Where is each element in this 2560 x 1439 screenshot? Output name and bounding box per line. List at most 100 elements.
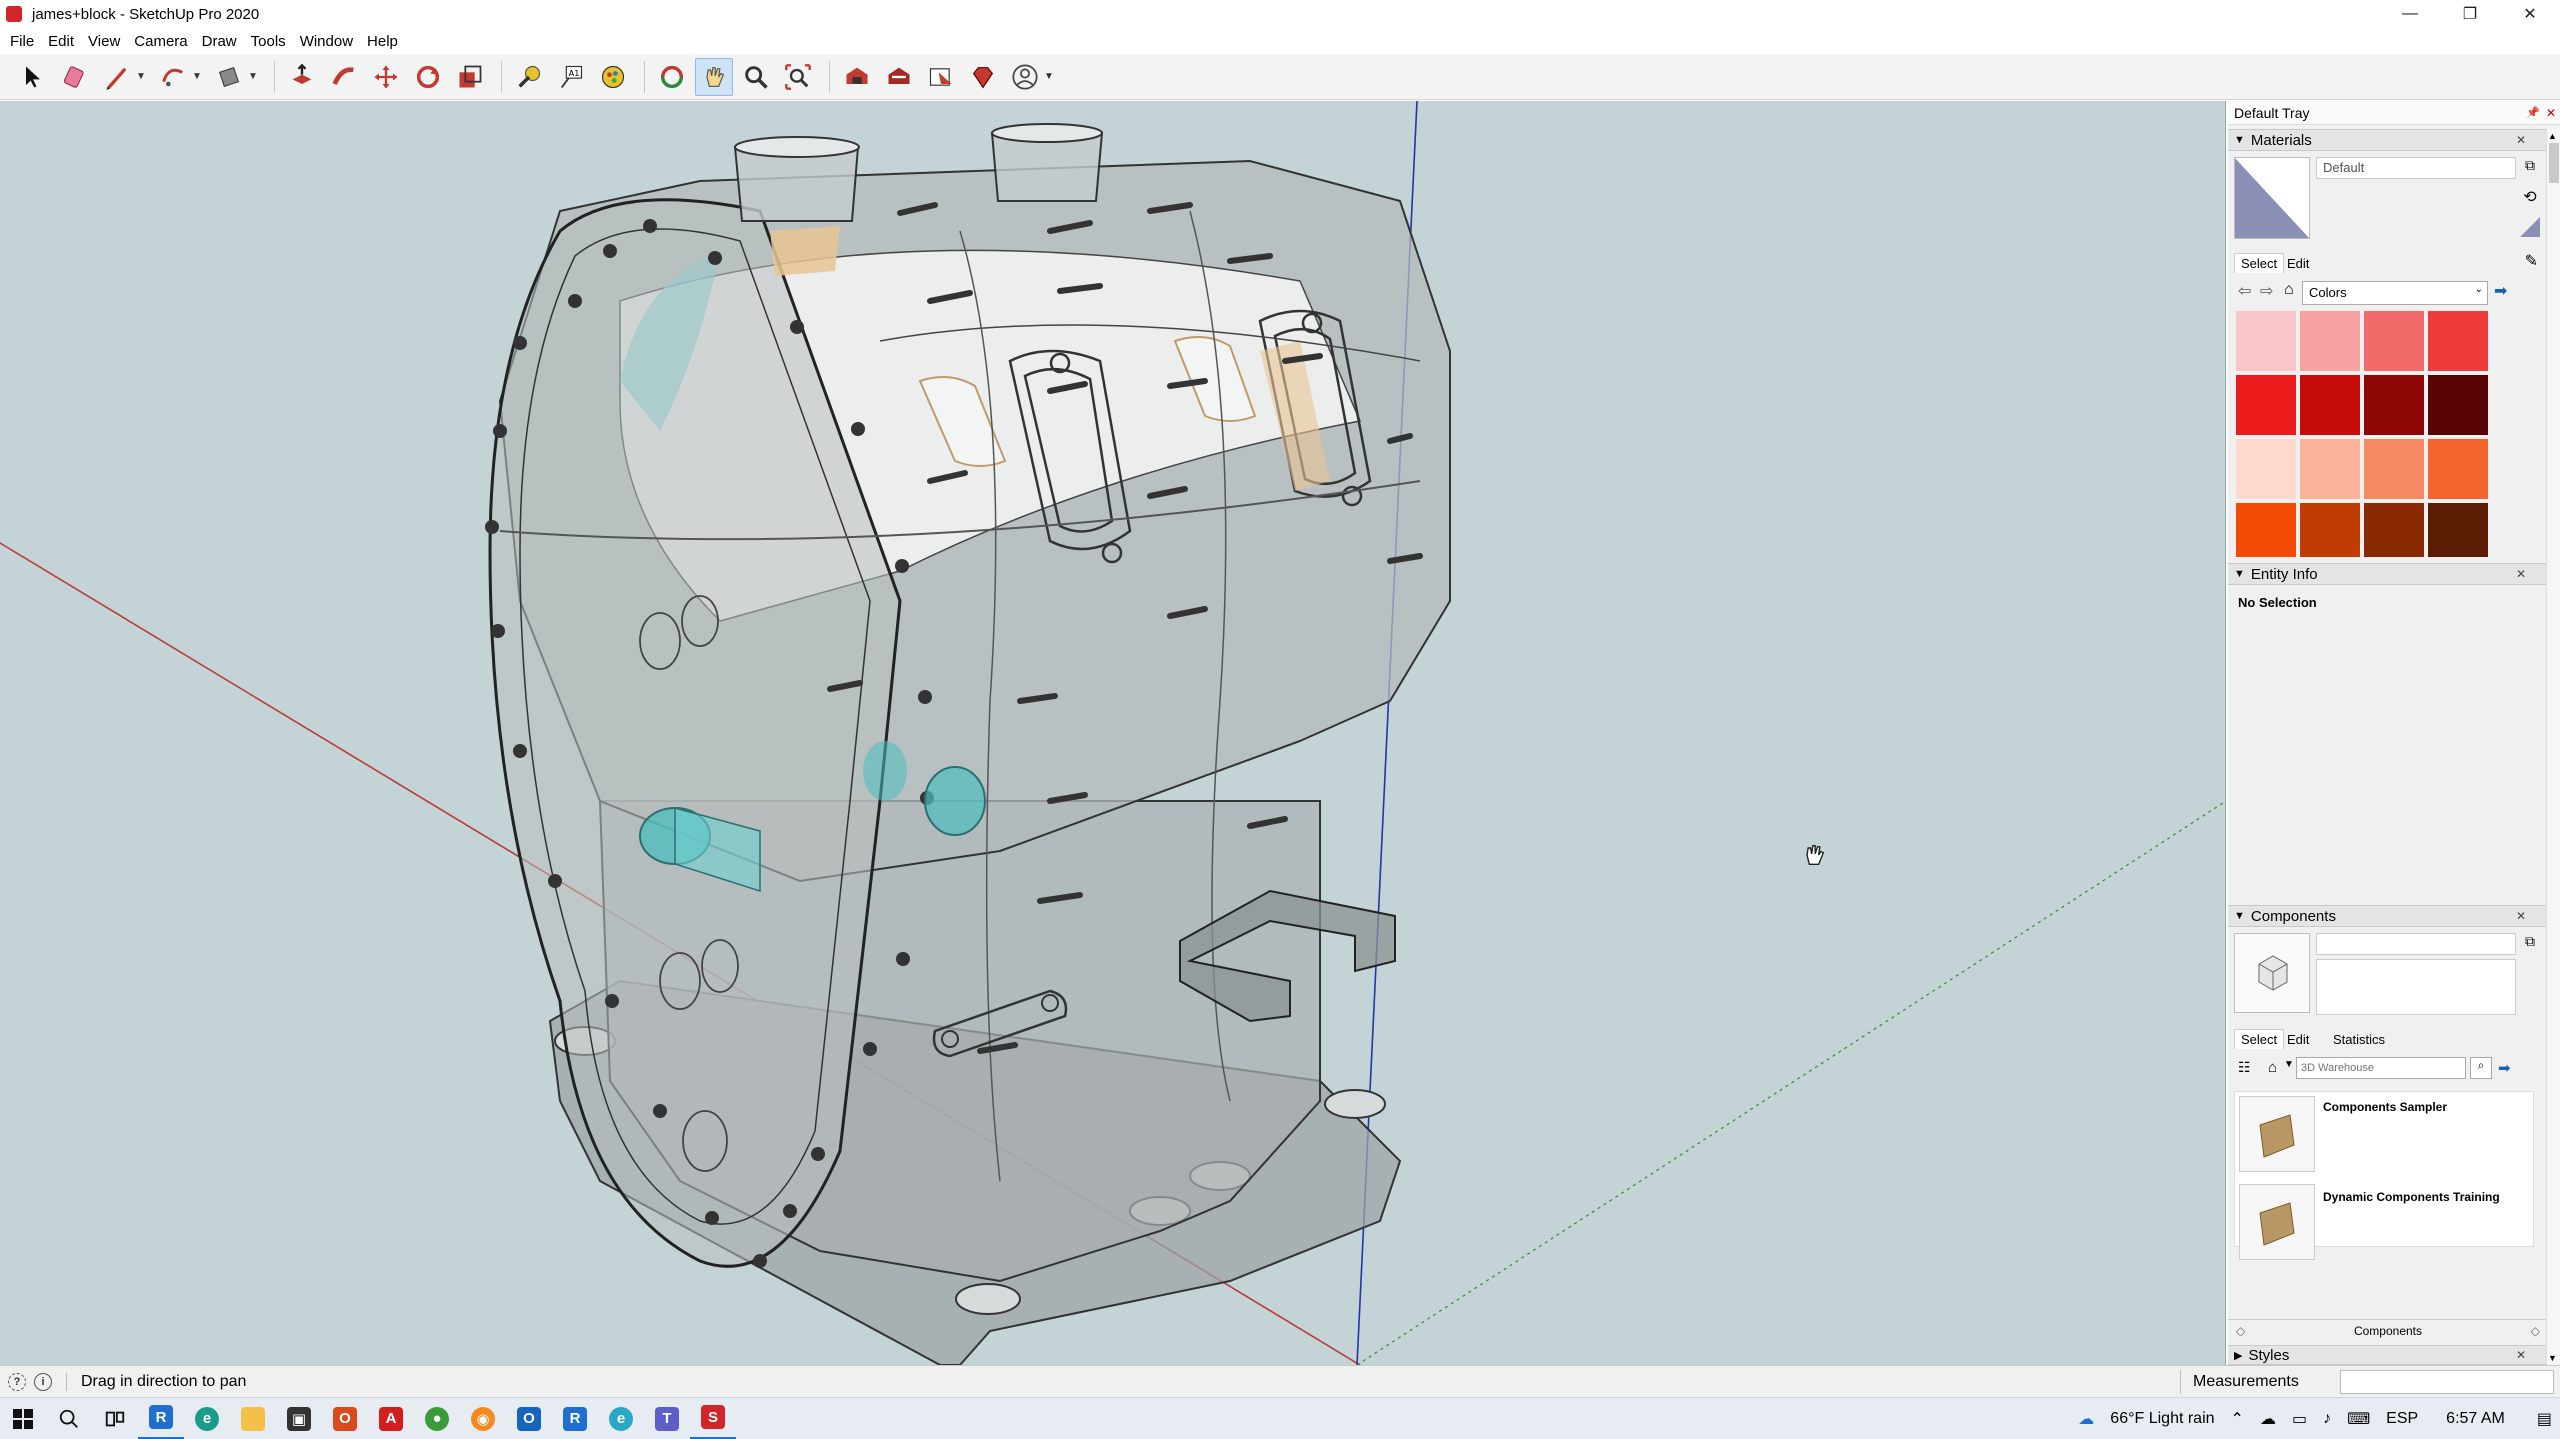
firefox-app-icon[interactable]: ◉ — [460, 1398, 506, 1439]
material-name-field[interactable]: Default — [2316, 157, 2516, 179]
close-button[interactable]: ✕ — [2500, 0, 2560, 28]
follow-me-icon[interactable] — [325, 58, 363, 96]
arc-dropdown-icon[interactable]: ▼ — [192, 71, 204, 82]
components-tab-select[interactable]: Select — [2234, 1029, 2285, 1049]
search-icon[interactable]: ⌕ — [2470, 1057, 2492, 1079]
model-viewport[interactable] — [0, 101, 2226, 1365]
language-indicator[interactable]: ESP — [2386, 1410, 2418, 1428]
sketchup-taskbar-icon[interactable]: S — [690, 1398, 736, 1439]
store-app-icon[interactable]: ▣ — [276, 1398, 322, 1439]
view-options-icon[interactable]: ☷ — [2238, 1059, 2251, 1076]
account-icon[interactable] — [1006, 58, 1044, 96]
materials-tab-select[interactable]: Select — [2234, 253, 2285, 273]
component-item[interactable]: Dynamic Components Training — [2323, 1190, 2500, 1204]
teams-app-icon[interactable]: T — [644, 1398, 690, 1439]
layout-icon[interactable] — [922, 58, 960, 96]
line-dropdown-icon[interactable]: ▼ — [136, 71, 148, 82]
warehouse-search-input[interactable] — [2296, 1057, 2466, 1079]
pin-icon[interactable]: 📌 — [2526, 106, 2540, 119]
materials-tab-edit[interactable]: Edit — [2280, 253, 2316, 274]
menu-window[interactable]: Window — [293, 33, 360, 50]
eyedropper-icon[interactable]: ✎ — [2525, 251, 2538, 271]
pencil-line-icon[interactable] — [98, 58, 136, 96]
materials-panel-header[interactable]: ▼ Materials ✕ — [2228, 129, 2546, 151]
sample-paint-icon[interactable] — [2518, 215, 2542, 239]
color-swatch[interactable] — [2300, 311, 2360, 371]
arc-icon[interactable] — [154, 58, 192, 96]
eraser-icon[interactable] — [56, 58, 94, 96]
library-select[interactable]: Colors ⌄ — [2302, 281, 2488, 305]
component-name-field[interactable] — [2316, 933, 2516, 955]
paint-bucket-icon[interactable] — [594, 58, 632, 96]
color-swatch[interactable] — [2364, 503, 2424, 557]
create-material-icon[interactable]: ⧉ — [2520, 157, 2540, 179]
entity-info-close-icon[interactable]: ✕ — [2516, 567, 2526, 581]
text-icon[interactable]: A1 — [552, 58, 590, 96]
back-arrow-icon[interactable]: ⇦ — [2238, 281, 2251, 301]
zoom-extents-icon[interactable] — [779, 58, 817, 96]
styles-panel-header[interactable]: ▶ Styles ✕ — [2228, 1345, 2546, 1365]
office-app-icon[interactable]: O — [322, 1398, 368, 1439]
color-swatch[interactable] — [2428, 311, 2488, 371]
color-swatch[interactable] — [2364, 439, 2424, 499]
menu-view[interactable]: View — [81, 33, 127, 50]
minimize-button[interactable]: — — [2380, 0, 2440, 28]
orbit-icon[interactable] — [653, 58, 691, 96]
prev-icon[interactable]: ◇ — [2236, 1324, 2245, 1338]
ruby-icon[interactable] — [964, 58, 1002, 96]
search-icon[interactable] — [46, 1398, 92, 1439]
menu-help[interactable]: Help — [360, 33, 405, 50]
menu-edit[interactable]: Edit — [41, 33, 81, 50]
revit-second-icon[interactable]: R — [552, 1398, 598, 1439]
measurements-input[interactable] — [2340, 1370, 2554, 1394]
edge-dev-app-icon[interactable]: e — [598, 1398, 644, 1439]
volume-icon[interactable]: ♪ — [2323, 1410, 2331, 1428]
color-swatch[interactable] — [2236, 311, 2296, 371]
components-tab-edit[interactable]: Edit — [2280, 1029, 2316, 1050]
weather-text[interactable]: 66°F Light rain — [2110, 1410, 2214, 1428]
color-swatch[interactable] — [2364, 375, 2424, 435]
home-icon[interactable]: ⌂ — [2284, 281, 2294, 299]
move-icon[interactable] — [367, 58, 405, 96]
components-details-arrow-icon[interactable]: ➡ — [2498, 1059, 2511, 1077]
clock[interactable]: 6:57 AM — [2446, 1410, 2505, 1428]
start-button[interactable] — [0, 1398, 46, 1439]
push-pull-icon[interactable] — [283, 58, 321, 96]
folder-icon[interactable] — [2239, 1096, 2315, 1172]
extension-warehouse-icon[interactable] — [880, 58, 918, 96]
geo-location-icon[interactable]: ? — [8, 1372, 26, 1391]
color-swatch[interactable] — [2236, 439, 2296, 499]
menu-camera[interactable]: Camera — [127, 33, 194, 50]
components-close-icon[interactable]: ✕ — [2516, 909, 2526, 923]
shape-dropdown-icon[interactable]: ▼ — [248, 71, 260, 82]
display-secondary-icon[interactable]: ⟲ — [2518, 187, 2542, 211]
tray-scrollbar[interactable]: ▲ ▼ — [2546, 129, 2560, 1365]
rotate-icon[interactable] — [409, 58, 447, 96]
pan-icon[interactable] — [695, 57, 733, 96]
component-item[interactable]: Components Sampler — [2323, 1100, 2447, 1114]
color-swatch[interactable] — [2236, 503, 2296, 557]
styles-close-icon[interactable]: ✕ — [2516, 1348, 2526, 1362]
select-icon[interactable] — [14, 58, 52, 96]
next-icon[interactable]: ◇ — [2531, 1324, 2540, 1338]
restore-button[interactable]: ❐ — [2440, 0, 2500, 28]
network-icon[interactable]: ▭ — [2292, 1409, 2307, 1429]
color-swatch[interactable] — [2428, 439, 2488, 499]
task-view-icon[interactable] — [92, 1398, 138, 1439]
scale-icon[interactable] — [451, 58, 489, 96]
color-swatch[interactable] — [2300, 439, 2360, 499]
nav-dropdown-icon[interactable]: ▼ — [2284, 1059, 2294, 1070]
menu-draw[interactable]: Draw — [195, 33, 244, 50]
details-arrow-icon[interactable]: ➡ — [2494, 281, 2507, 301]
components-tab-statistics[interactable]: Statistics — [2326, 1029, 2392, 1050]
edge-app-icon[interactable]: e — [184, 1398, 230, 1439]
folder-icon[interactable] — [2239, 1184, 2315, 1260]
materials-close-icon[interactable]: ✕ — [2516, 133, 2526, 147]
weather-icon[interactable]: ☁ — [2078, 1409, 2094, 1429]
entity-info-panel-header[interactable]: ▼ Entity Info ✕ — [2228, 563, 2546, 585]
color-swatch[interactable] — [2236, 375, 2296, 435]
chevron-up-icon[interactable]: ⌃ — [2231, 1409, 2244, 1429]
rectangle-icon[interactable] — [210, 58, 248, 96]
keyboard-icon[interactable]: ⌨ — [2347, 1409, 2370, 1429]
components-home-icon[interactable]: ⌂ — [2268, 1059, 2277, 1076]
